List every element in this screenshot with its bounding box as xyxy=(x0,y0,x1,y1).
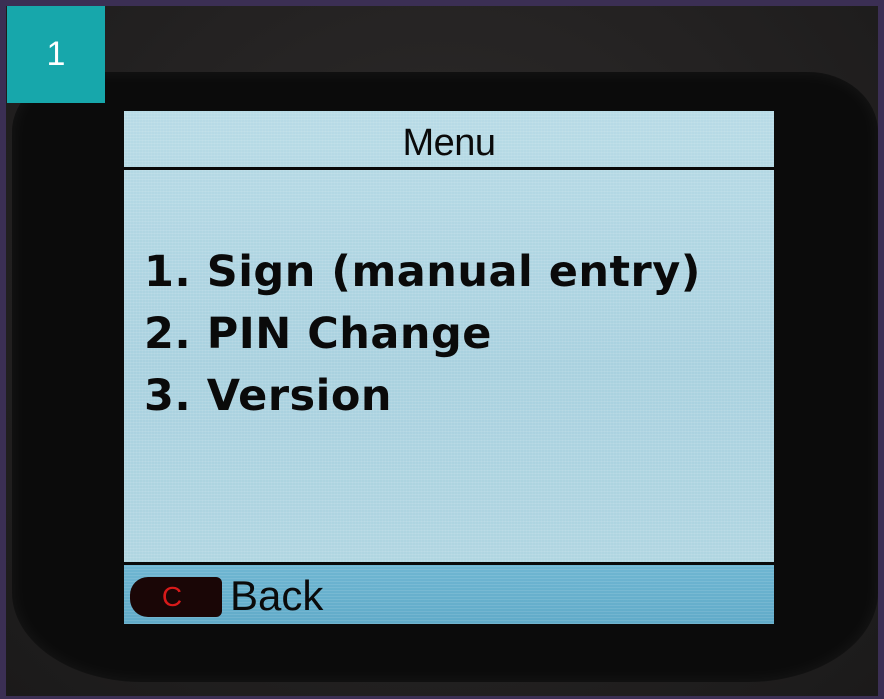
menu-item-pin-change[interactable]: 2. PIN Change xyxy=(144,303,701,365)
menu-item-sign-manual-entry[interactable]: 1. Sign (manual entry) xyxy=(144,241,701,303)
back-key-button[interactable]: C xyxy=(130,577,222,617)
menu-list: 1. Sign (manual entry) 2. PIN Change 3. … xyxy=(144,241,701,427)
cancel-key-icon: C xyxy=(161,581,183,612)
menu-item-version[interactable]: 3. Version xyxy=(144,365,701,427)
screen-title: Menu xyxy=(402,121,496,164)
lcd-screen: Menu 1. Sign (manual entry) 2. PIN Chang… xyxy=(124,111,774,624)
photo-frame: 1 Menu 1. Sign (manual entry) 2. PIN Cha… xyxy=(0,0,884,699)
back-softkey-label: Back xyxy=(230,572,324,619)
step-number-badge: 1 xyxy=(7,6,105,103)
softkey-bar: C Back xyxy=(124,562,774,624)
screen-title-bar: Menu xyxy=(124,111,774,170)
